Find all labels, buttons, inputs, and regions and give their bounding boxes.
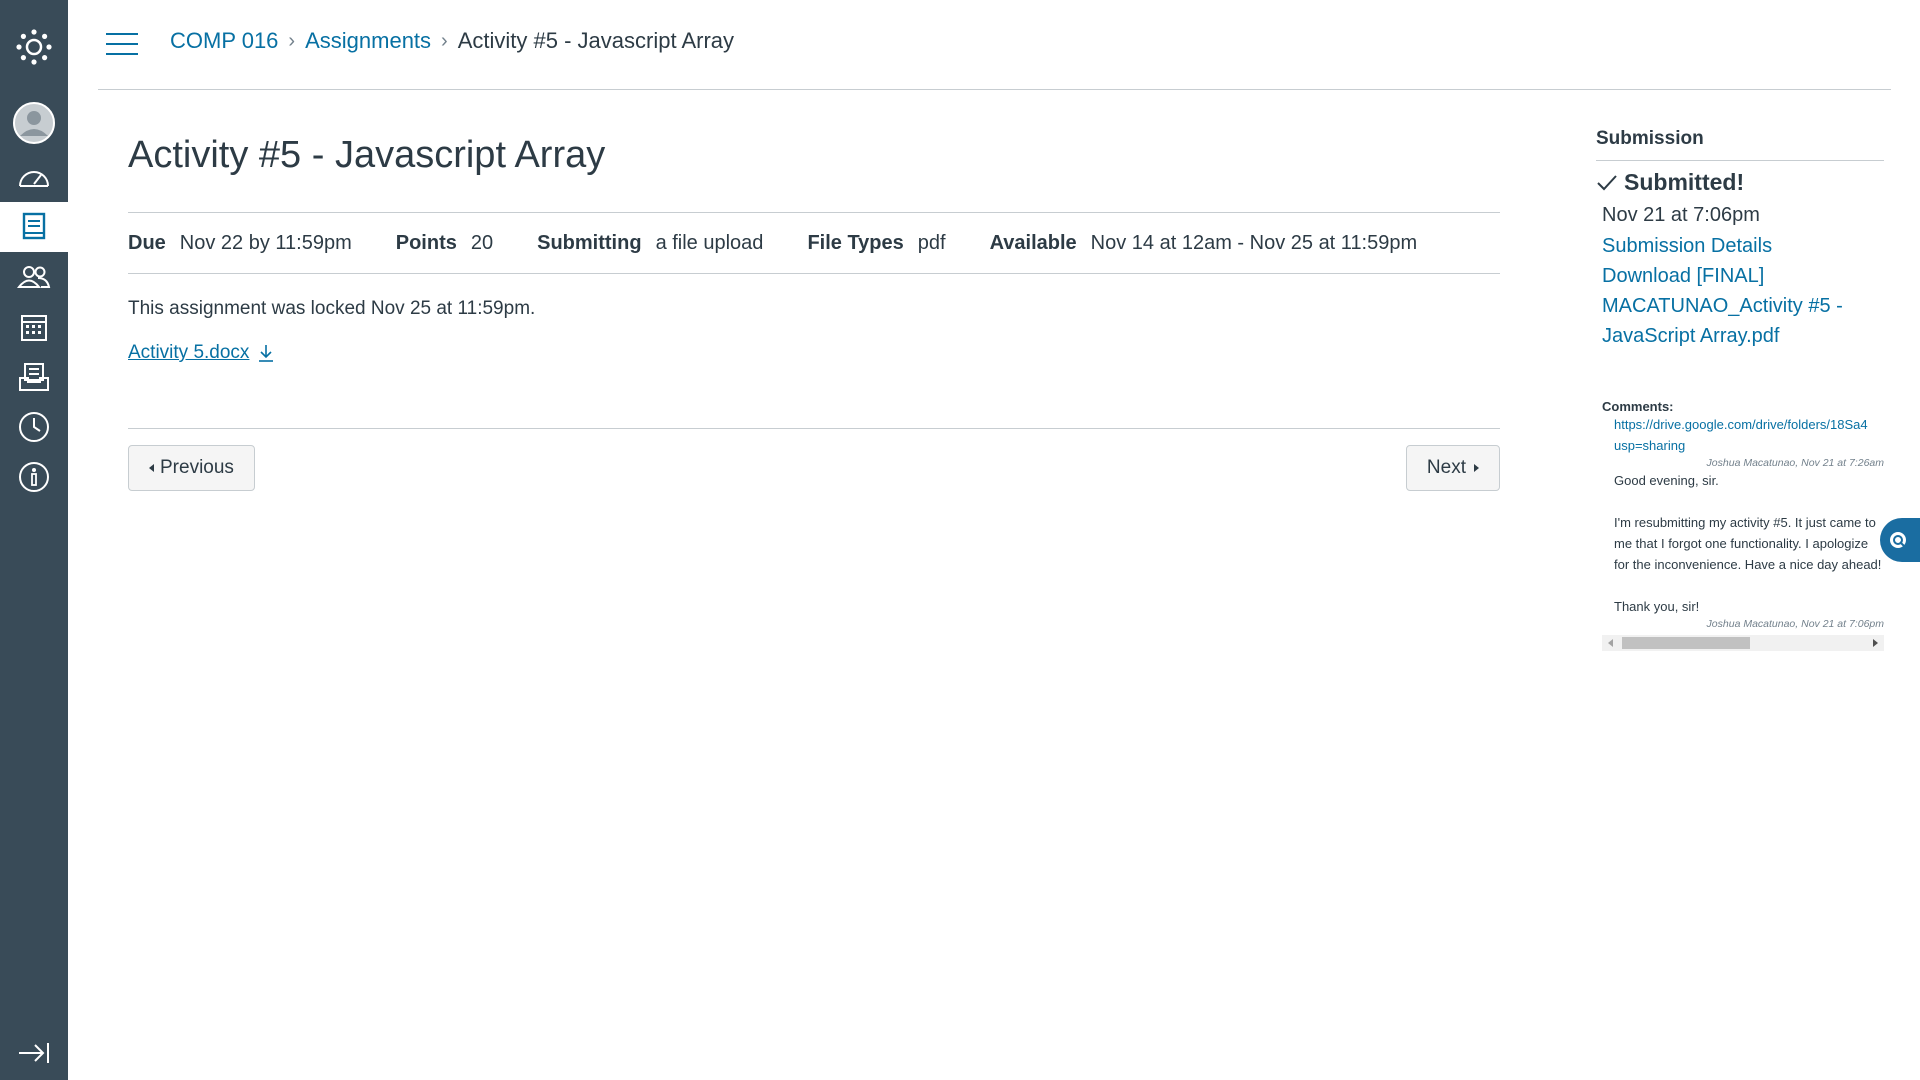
hamburger-menu-icon[interactable]	[106, 33, 138, 57]
comment-item: https://drive.google.com/drive/folders/1…	[1614, 414, 1884, 631]
submitting-detail: Submitting a file upload	[537, 232, 763, 255]
due-label: Due	[128, 231, 166, 254]
next-label: Next	[1426, 457, 1466, 478]
file-types-detail: File Types pdf	[807, 232, 945, 255]
comment-meta: Joshua Macatunao, Nov 21 at 7:06pm	[1706, 618, 1884, 630]
next-button[interactable]: Next	[1405, 445, 1500, 491]
available-detail: Available Nov 14 at 12am - Nov 25 at 11:…	[990, 232, 1418, 255]
assignment-details: Due Nov 22 by 11:59pm Points 20 Submitti…	[128, 212, 1500, 274]
calendar-icon[interactable]	[0, 302, 68, 352]
info-icon[interactable]	[0, 452, 68, 502]
scroll-left-icon[interactable]	[1608, 639, 1613, 647]
courses-icon[interactable]	[0, 202, 68, 252]
user-avatar-icon[interactable]	[0, 98, 68, 148]
inbox-icon[interactable]	[0, 352, 68, 402]
previous-label: Previous	[160, 457, 234, 478]
scroll-right-icon[interactable]	[1873, 639, 1878, 647]
due-value: Nov 22 by 11:59pm	[179, 231, 352, 254]
collapse-nav-icon[interactable]	[0, 1028, 68, 1078]
page-header: COMP 016 › Assignments › Activity #5 - J…	[98, 0, 1891, 90]
submitting-value: a file upload	[655, 231, 764, 254]
locked-notice: This assignment was locked Nov 25 at 11:…	[128, 298, 536, 319]
attachment-filename[interactable]: Activity 5.docx	[128, 342, 249, 364]
comments-horizontal-scrollbar[interactable]	[1602, 635, 1884, 651]
page-title: Activity #5 - Javascript Array	[128, 134, 606, 176]
comment-text: I'm resubmitting my activity #5. It just…	[1614, 515, 1882, 572]
submitting-label: Submitting	[537, 231, 642, 254]
points-detail: Points 20	[396, 232, 493, 255]
available-label: Available	[989, 231, 1077, 254]
comments-section: Comments: https://drive.google.com/drive…	[1602, 399, 1884, 651]
caret-right-icon	[1474, 464, 1479, 472]
caret-left-icon	[149, 464, 154, 472]
breadcrumb-chevron-icon: ›	[441, 29, 448, 52]
module-pager: Previous Next	[128, 428, 1500, 491]
points-label: Points	[395, 231, 457, 254]
submission-heading: Submission	[1596, 128, 1884, 161]
previous-button[interactable]: Previous	[128, 445, 255, 491]
breadcrumb: COMP 016 › Assignments › Activity #5 - J…	[170, 28, 734, 54]
available-value: Nov 14 at 12am - Nov 25 at 11:59pm	[1090, 231, 1418, 254]
submission-details-link[interactable]: Submission Details	[1602, 231, 1884, 261]
groups-icon[interactable]	[0, 252, 68, 302]
breadcrumb-course-link[interactable]: COMP 016	[170, 28, 278, 54]
comment-text: Thank you, sir!	[1614, 599, 1700, 614]
submission-sidebar: Submission Submitted! Nov 21 at 7:06pm S…	[1596, 128, 1884, 651]
download-icon[interactable]	[257, 343, 275, 363]
global-navigation	[0, 0, 68, 1080]
comment-link[interactable]: https://drive.google.com/drive/folders/1…	[1614, 414, 1884, 435]
comments-label: Comments:	[1602, 399, 1674, 414]
floating-assistant-button[interactable]	[1880, 518, 1920, 562]
points-value: 20	[470, 231, 494, 254]
chat-bubble-icon	[1890, 532, 1906, 548]
breadcrumb-chevron-icon: ›	[288, 29, 296, 52]
file-types-value: pdf	[917, 231, 946, 254]
due-detail: Due Nov 22 by 11:59pm	[128, 232, 352, 255]
checkmark-icon	[1597, 174, 1617, 190]
breadcrumb-assignments-link[interactable]: Assignments	[305, 28, 431, 54]
file-types-label: File Types	[807, 231, 904, 254]
breadcrumb-current: Activity #5 - Javascript Array	[457, 28, 735, 53]
download-submission-link[interactable]: Download [FINAL] MACATUNAO_Activity #5 -…	[1602, 261, 1884, 351]
comment-text: Good evening, sir.	[1614, 473, 1719, 488]
comment-link-continued[interactable]: usp=sharing	[1614, 435, 1884, 456]
comment-meta: Joshua Macatunao, Nov 21 at 7:26am	[1706, 457, 1884, 469]
submitted-label: Submitted!	[1624, 169, 1745, 195]
submitted-status: Submitted!	[1596, 169, 1884, 196]
dashboard-icon[interactable]	[0, 152, 68, 202]
clock-icon[interactable]	[0, 402, 68, 452]
canvas-logo-icon[interactable]	[0, 22, 68, 72]
submission-date: Nov 21 at 7:06pm	[1602, 204, 1760, 226]
attachment-link[interactable]: Activity 5.docx	[128, 342, 275, 364]
scrollbar-thumb[interactable]	[1622, 637, 1750, 649]
